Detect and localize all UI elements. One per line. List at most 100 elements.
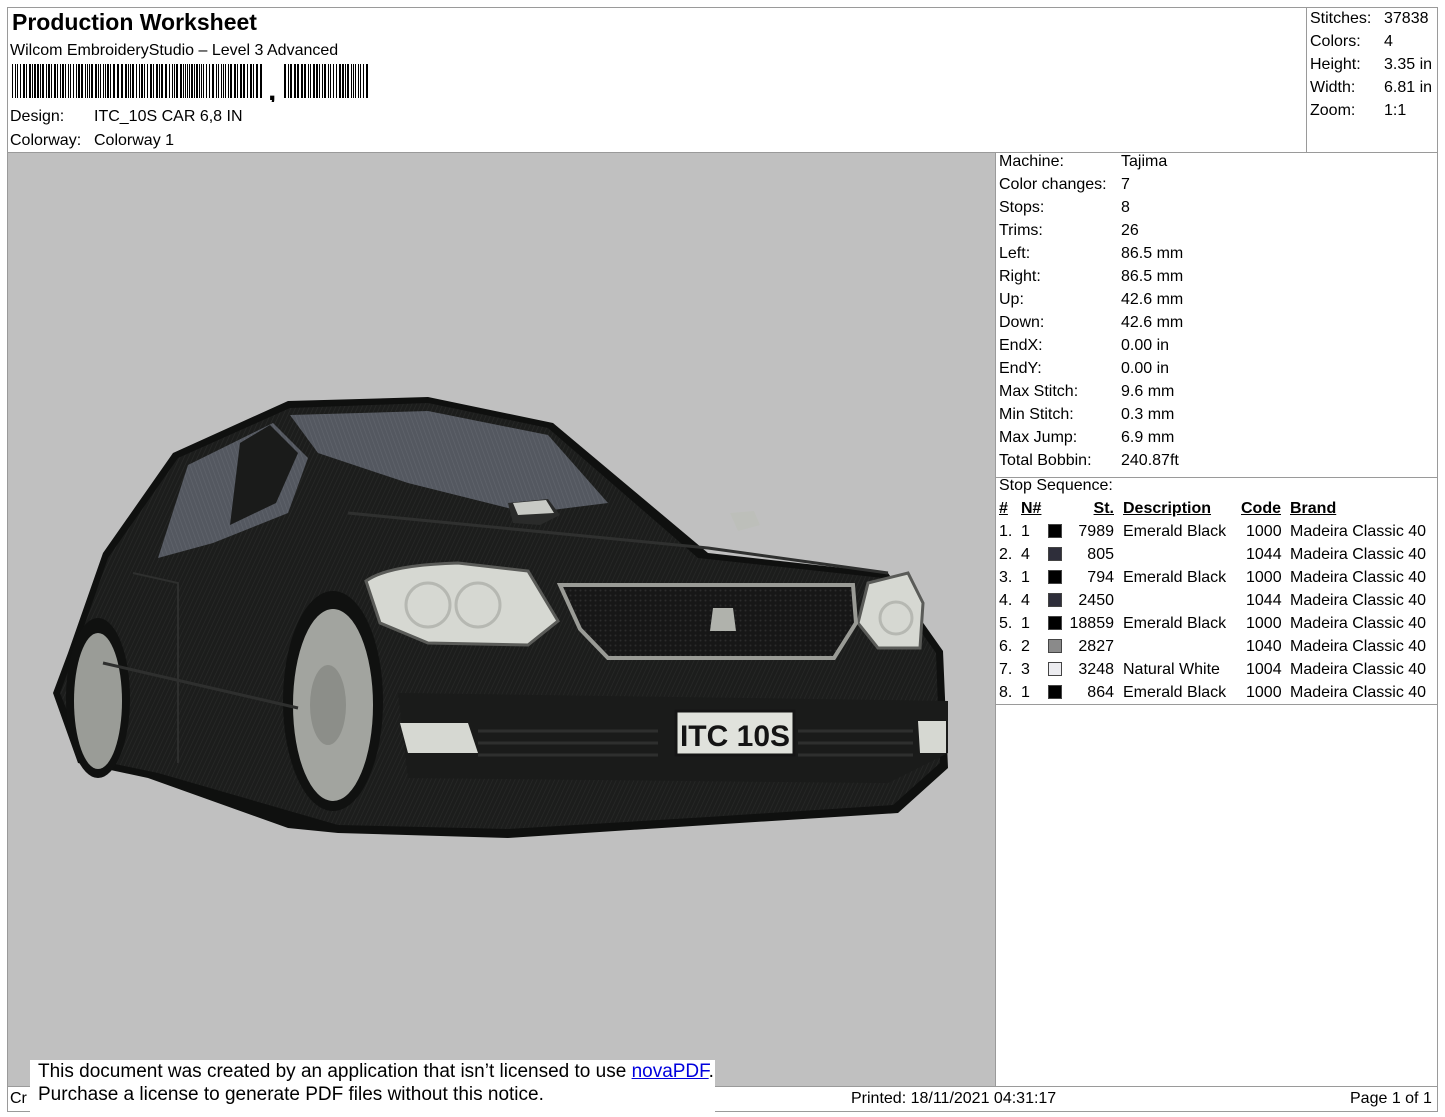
stop-row: 7. 3 3248 Natural White 1004 Madeira Classic … [995,658,1438,681]
barcode-bar [297,64,299,98]
spec-row: Stops: 8 [999,196,1429,219]
summary-label: Stitches: [1310,10,1372,27]
barcode-bar [20,64,21,98]
barcode-bar [46,64,47,98]
summary-value: 1:1 [1384,102,1407,119]
barcode-bar [183,64,184,98]
barcode-bar [360,64,361,98]
barcode-bar [73,64,74,98]
stop-number: 8. [999,684,1013,701]
needle-number: 4 [1021,592,1030,609]
stop-row: 1. 1 7989 Emerald Black 1000 Madeira Classic … [995,520,1438,543]
spec-value: 240.87ft [1121,452,1179,469]
barcode-bar [191,64,193,98]
barcode-bar [180,64,182,98]
barcode-bar [228,64,229,98]
spec-label: Stops: [999,199,1045,216]
barcode-bar [243,64,245,98]
spec-value: 26 [1121,222,1139,239]
stop-number: 3. [999,569,1013,586]
barcode-bar [110,64,111,98]
barcode-bar [347,64,349,98]
software-name: Wilcom EmbroideryStudio – Level 3 Advanc… [10,42,339,59]
barcode-bar [12,64,13,98]
summary-row: Colors: 4 [1310,30,1436,53]
barcode-bar [324,64,326,98]
barcode-bar [70,64,71,98]
summary-label: Colors: [1310,33,1361,50]
barcode-separator: , [268,74,276,102]
column-header: N# [1021,500,1042,517]
spec-row: Left: 86.5 mm [999,242,1429,265]
barcode-bar [304,64,306,98]
barcode-bar [199,64,200,98]
barcode-bar [313,64,315,98]
barcode-bar [128,64,129,98]
summary-row: Stitches: 37838 [1310,7,1436,30]
color-swatch [1048,662,1062,676]
barcode-bar [139,64,140,98]
barcode-bar [345,64,346,98]
stop-row: 4. 4 2450 1044 Madeira Classic 40 [995,589,1438,612]
barcode-bar [165,64,167,98]
spec-row: Max Jump: 6.9 mm [999,426,1429,449]
color-swatch [1048,639,1062,653]
spec-label: Min Stitch: [999,406,1074,423]
barcode-bar [196,64,198,98]
barcode-bar [212,64,214,98]
barcode-bar [237,64,238,98]
page-number: Page 1 of 1 [1350,1090,1432,1107]
barcode-bar [62,64,64,98]
barcode-bar [132,64,134,98]
barcode-bar [117,64,119,98]
spec-value: 8 [1121,199,1130,216]
barcode-bar [57,64,58,98]
barcode-bar [330,64,331,98]
novapdf-link[interactable]: novaPDF [632,1061,709,1082]
thread-code: 1044 [1246,592,1282,609]
barcode-bar [144,64,145,98]
barcode-bar [17,64,18,98]
barcode-bar [153,64,154,98]
colorway-label: Colorway: [10,132,82,149]
barcode-bar [203,64,204,98]
barcode-bar [225,64,226,98]
spec-value: 9.6 mm [1121,383,1175,400]
barcode-bar [125,64,127,98]
spec-label: Max Jump: [999,429,1078,446]
spec-value: Tajima [1121,153,1168,170]
barcode-bar [247,64,248,98]
spec-row: Down: 42.6 mm [999,311,1429,334]
column-header: Code [1241,500,1281,517]
spec-label: Up: [999,291,1024,308]
needle-number: 4 [1021,546,1030,563]
spec-row: Machine: Tajima [999,150,1429,173]
stop-row: 8. 1 864 Emerald Black 1000 Madeira Classic 4… [995,681,1438,704]
barcode-bar [161,64,163,98]
barcode-bar [333,64,334,98]
notice-period: . [708,1061,714,1082]
thread-code: 1000 [1246,684,1282,701]
barcode-bar [40,64,41,98]
barcode-bar [301,64,303,98]
barcode-bar [54,64,56,98]
barcode-bar [216,64,217,98]
thread-description: Emerald Black [1123,569,1227,586]
barcode-bar [130,64,131,98]
needle-number: 3 [1021,661,1030,678]
column-header: Description [1123,500,1212,517]
barcode-bar [34,64,36,98]
notice-text: This document was created by an applicat… [38,1061,632,1082]
barcode-bar [358,64,359,98]
barcode-bar [230,64,232,98]
spec-value: 0.00 in [1121,360,1170,377]
barcode-bar [121,64,123,98]
barcode-bar [176,64,178,98]
spec-label: Left: [999,245,1031,262]
barcode: , [12,64,368,102]
barcode-bar [253,64,254,98]
barcode-bar [250,64,252,98]
machine-specs: Machine: Tajima Color changes: 7 Stops: 8 Trim… [999,150,1434,472]
barcode-bar [60,64,61,98]
thread-code: 1040 [1246,638,1282,655]
